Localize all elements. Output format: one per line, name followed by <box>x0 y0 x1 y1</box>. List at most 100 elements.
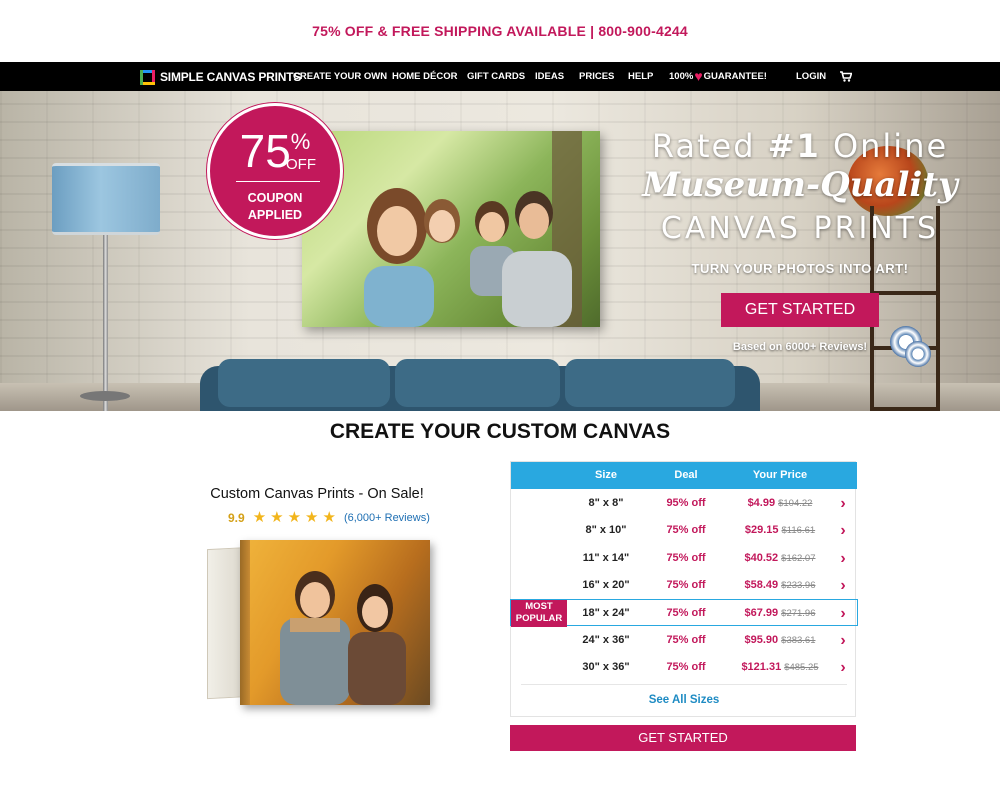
hero-reviews-text: Based on 6000+ Reviews! <box>732 341 868 353</box>
lamp-pole <box>103 235 108 411</box>
logo[interactable]: SIMPLE CANVAS PRINTS <box>140 67 301 87</box>
badge-coupon-text: COUPON APPLIED <box>210 190 340 224</box>
sofa-cushion <box>218 359 390 407</box>
star-icon: ★ <box>252 509 267 526</box>
hero-canvas-photo <box>302 131 600 327</box>
see-all-sizes-link[interactable]: See All Sizes <box>511 694 857 706</box>
badge-percent: % <box>290 129 311 154</box>
row-price-current: $29.15 <box>744 524 779 537</box>
lamp-shade <box>52 163 160 235</box>
row-size: 11" x 14" <box>582 551 630 564</box>
most-popular-tag: MOST POPULAR <box>511 600 567 628</box>
canvas-edge <box>240 540 250 705</box>
popular-label-line2: POPULAR <box>515 613 563 625</box>
badge-coupon-line2: APPLIED <box>247 208 303 222</box>
promo-banner: 75% OFF & FREE SHIPPING AVAILABLE | 800-… <box>0 0 1000 62</box>
row-size: 8" x 10" <box>585 524 627 537</box>
row-deal: 75% off <box>666 607 706 620</box>
nav-gift-cards[interactable]: GIFT CARDS <box>467 62 525 91</box>
chevron-right-icon[interactable]: › <box>837 654 849 681</box>
get-started-button[interactable]: GET STARTED <box>510 725 856 751</box>
row-price-original: $383.61 <box>781 634 816 646</box>
guarantee-suffix: GUARANTEE! <box>703 71 767 82</box>
headline-prefix: Rated <box>651 127 768 165</box>
row-deal: 75% off <box>666 578 706 591</box>
popular-label-line1: MOST <box>525 601 553 613</box>
pricing-row[interactable]: 11" x 14" 75% off $40.52 $162.07 › <box>511 545 857 572</box>
row-price-original: $485.25 <box>784 661 819 673</box>
section-title: CREATE YOUR CUSTOM CANVAS <box>329 420 671 443</box>
product-canvas-image <box>240 540 430 705</box>
badge-off: OFF <box>286 156 316 173</box>
row-deal: 75% off <box>666 660 706 673</box>
star-icon: ★ <box>305 509 319 526</box>
sofa-cushion <box>395 359 560 407</box>
chevron-right-icon[interactable]: › <box>837 572 849 599</box>
row-size: 30" x 36" <box>582 660 630 673</box>
sofa-cushion <box>565 359 735 407</box>
row-price: $4.99 $104.22 <box>725 490 835 517</box>
header-price: Your Price <box>752 469 808 481</box>
hero-headline-line1: Rated #1 Online <box>640 127 960 165</box>
rating-score: 9.9 <box>228 510 245 525</box>
row-price-original: $233.96 <box>781 579 816 591</box>
row-price: $67.99 $271.96 <box>725 600 835 627</box>
row-size: 8" x 8" <box>588 497 624 509</box>
badge-discount: 75% <box>210 128 340 174</box>
pricing-row[interactable]: 24" x 36" 75% off $95.90 $383.61 › <box>511 627 857 654</box>
row-deal: 75% off <box>666 633 706 646</box>
nav-help[interactable]: HELP <box>628 62 653 91</box>
nav-home-decor[interactable]: HOME DÉCOR <box>392 62 457 91</box>
row-price-original: $104.22 <box>778 498 813 509</box>
nav-create-your-own[interactable]: CREATE YOUR OWN <box>293 62 387 91</box>
row-deal: 75% off <box>666 551 706 564</box>
hero-get-started-button[interactable]: GET STARTED <box>721 293 879 327</box>
product-rating: 9.9 ★ ★ ★ ★ ★ (6,000+ Reviews) <box>228 510 430 525</box>
cart-icon[interactable] <box>840 71 852 82</box>
page: 75% OFF & FREE SHIPPING AVAILABLE | 800-… <box>0 0 1000 787</box>
headline-suffix: Online <box>820 127 949 165</box>
guarantee-prefix: 100% <box>669 71 694 82</box>
pricing-row[interactable]: 16" x 20" 75% off $58.49 $233.96 › <box>511 572 857 599</box>
product-title: Custom Canvas Prints - On Sale! <box>210 486 424 502</box>
hero-headline-line3: CANVAS PRINTS <box>660 211 940 246</box>
logo-mark-icon <box>140 69 155 85</box>
header-deal: Deal <box>674 469 698 481</box>
promo-text: 75% OFF & FREE SHIPPING AVAILABLE | 800-… <box>312 23 688 39</box>
badge-coupon-line1: COUPON <box>247 191 303 205</box>
chevron-right-icon[interactable]: › <box>837 627 849 654</box>
header-size: Size <box>594 469 617 481</box>
nav-ideas[interactable]: IDEAS <box>535 62 564 91</box>
pricing-table: Size Deal Your Price 8" x 8" 95% off $4.99… <box>510 461 858 717</box>
star-icon: ★ <box>322 509 336 526</box>
row-price-original: $271.96 <box>781 608 816 620</box>
row-price-current: $121.31 <box>741 660 782 673</box>
review-count-link[interactable]: (6,000+ Reviews) <box>344 512 430 524</box>
nav-login[interactable]: LOGIN <box>796 62 826 91</box>
row-price: $29.15 $116.61 <box>725 517 835 544</box>
pricing-row[interactable]: MOST POPULAR 18" x 24" 75% off $67.99 $271.96… <box>510 599 858 628</box>
row-size: 16" x 20" <box>582 578 630 591</box>
chevron-right-icon[interactable]: › <box>837 517 849 544</box>
row-deal: 95% off <box>666 497 706 509</box>
row-price: $95.90 $383.61 <box>725 627 835 654</box>
chevron-right-icon[interactable]: › <box>837 490 849 517</box>
pricing-table-header: Size Deal Your Price <box>511 462 857 489</box>
pricing-row[interactable]: 8" x 8" 95% off $4.99 $104.22 › <box>511 490 857 517</box>
headline-bold: #1 <box>767 127 821 165</box>
row-size: 18" x 24" <box>582 607 630 620</box>
row-price: $40.52 $162.07 <box>725 545 835 572</box>
hero-tagline: TURN YOUR PHOTOS INTO ART! <box>691 261 909 276</box>
star-icon: ★ <box>270 509 284 526</box>
logo-text: SIMPLE CANVAS PRINTS <box>160 70 302 84</box>
chevron-right-icon[interactable]: › <box>837 600 849 627</box>
nav-prices[interactable]: PRICES <box>579 62 614 91</box>
nav-guarantee[interactable]: 100%♥GUARANTEE! <box>669 62 767 91</box>
chevron-right-icon[interactable]: › <box>837 545 849 572</box>
lamp-base <box>80 391 130 401</box>
pricing-row[interactable]: 30" x 36" 75% off $121.31 $485.25 › <box>511 654 857 681</box>
pricing-row[interactable]: 8" x 10" 75% off $29.15 $116.61 › <box>511 517 857 544</box>
row-deal: 75% off <box>666 524 706 537</box>
badge-number: 75 <box>239 125 291 177</box>
row-price-current: $4.99 <box>747 497 776 509</box>
